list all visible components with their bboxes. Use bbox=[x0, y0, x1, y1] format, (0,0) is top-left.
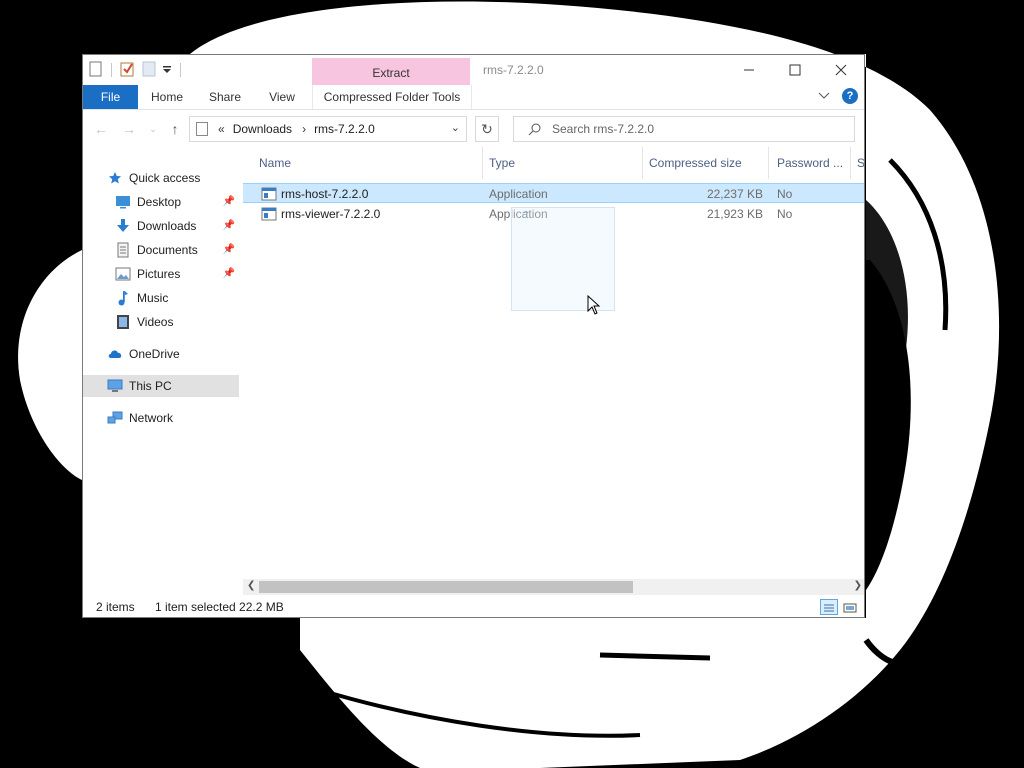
nav-documents[interactable]: Documents 📌 bbox=[115, 239, 241, 261]
navigation-bar: ← → ⌄ ↑ « Downloads › rms-7.2.2.0 ⌄ ↻ bbox=[83, 113, 864, 147]
nav-this-pc[interactable]: This PC bbox=[83, 375, 239, 397]
nav-quick-access[interactable]: Quick access bbox=[107, 167, 241, 189]
extract-tab-group-header: Extract bbox=[312, 58, 470, 86]
pin-icon[interactable]: 📌 bbox=[223, 244, 235, 255]
sort-caret-icon: ⌃ bbox=[522, 210, 531, 221]
star-icon bbox=[107, 170, 123, 186]
nav-pictures[interactable]: Pictures 📌 bbox=[115, 263, 241, 285]
nav-downloads[interactable]: Downloads 📌 bbox=[115, 215, 241, 237]
tab-file[interactable]: File bbox=[83, 85, 138, 109]
status-bar: 2 items 1 item selected 22.2 MB bbox=[83, 595, 864, 617]
network-icon bbox=[107, 410, 123, 426]
breadcrumb-separator-icon[interactable]: › bbox=[302, 122, 306, 136]
nav-music[interactable]: Music bbox=[115, 287, 241, 309]
tab-share[interactable]: Share bbox=[203, 85, 247, 109]
expand-ribbon-icon[interactable] bbox=[818, 89, 830, 103]
file-name[interactable]: rms-host-7.2.2.0 bbox=[281, 184, 368, 204]
maximize-button[interactable] bbox=[772, 55, 818, 85]
item-count: 2 items bbox=[96, 600, 135, 614]
properties-icon[interactable] bbox=[89, 61, 103, 80]
videos-icon bbox=[115, 314, 131, 330]
mouse-cursor-icon bbox=[587, 294, 601, 318]
title-bar: Extract rms-7.2.2.0 bbox=[83, 55, 864, 87]
search-input[interactable] bbox=[552, 119, 842, 139]
scroll-right-icon[interactable]: ❯ bbox=[854, 580, 862, 591]
search-icon bbox=[528, 122, 542, 139]
file-compressed-size: 21,923 KB bbox=[706, 207, 763, 221]
breadcrumb-overflow-icon[interactable]: « bbox=[218, 122, 225, 136]
pin-icon[interactable]: 📌 bbox=[223, 268, 235, 279]
folder-icon bbox=[196, 122, 208, 136]
file-password: No bbox=[777, 187, 793, 201]
customize-toolbar-dropdown-icon[interactable] bbox=[162, 63, 172, 78]
navigation-pane: Quick access Desktop 📌 Downloads 📌 Docum… bbox=[83, 167, 243, 587]
tab-home[interactable]: Home bbox=[143, 85, 191, 109]
horizontal-scrollbar[interactable]: ❮ ❯ bbox=[243, 579, 864, 595]
toolbar-divider bbox=[111, 63, 112, 77]
selection-info: 1 item selected 22.2 MB bbox=[155, 600, 284, 614]
nav-videos[interactable]: Videos bbox=[115, 311, 241, 333]
download-arrow-icon bbox=[115, 218, 131, 234]
scroll-left-icon[interactable]: ❮ bbox=[247, 580, 255, 591]
file-list: Name Type Compressed size Password ... S… bbox=[243, 147, 864, 587]
application-file-icon bbox=[261, 207, 277, 227]
refresh-icon: ↻ bbox=[481, 121, 493, 137]
pin-icon[interactable]: 📌 bbox=[223, 196, 235, 207]
column-header-type[interactable]: Type bbox=[483, 147, 643, 179]
maximize-icon bbox=[789, 64, 801, 76]
help-icon[interactable]: ? bbox=[842, 88, 858, 104]
file-password: No bbox=[777, 207, 793, 221]
table-row[interactable]: rms-host-7.2.2.0 Application 22,237 KB N… bbox=[243, 183, 864, 204]
column-header-size[interactable]: Si bbox=[851, 147, 864, 179]
details-view-icon[interactable] bbox=[820, 599, 838, 615]
breadcrumb-downloads[interactable]: Downloads bbox=[233, 122, 292, 136]
toolbar-divider bbox=[180, 63, 181, 77]
desktop-icon bbox=[115, 194, 131, 210]
documents-icon bbox=[115, 242, 131, 258]
nav-onedrive[interactable]: OneDrive bbox=[107, 343, 241, 365]
up-arrow-icon[interactable]: ↑ bbox=[167, 121, 183, 137]
file-name[interactable]: rms-viewer-7.2.2.0 bbox=[281, 204, 380, 224]
column-header-name[interactable]: Name bbox=[243, 147, 483, 179]
pin-icon[interactable]: 📌 bbox=[223, 220, 235, 231]
quick-access-toolbar bbox=[89, 61, 183, 79]
minimize-button[interactable] bbox=[726, 55, 772, 85]
computer-icon bbox=[107, 378, 123, 394]
scrollbar-thumb[interactable] bbox=[259, 581, 633, 593]
checklist-icon[interactable] bbox=[120, 61, 136, 80]
column-header-compressed-size[interactable]: Compressed size bbox=[643, 147, 769, 179]
nav-network[interactable]: Network bbox=[107, 407, 241, 429]
column-header-password[interactable]: Password ... bbox=[769, 147, 851, 179]
minimize-icon bbox=[744, 69, 754, 71]
close-button[interactable] bbox=[818, 55, 864, 85]
pictures-icon bbox=[115, 266, 131, 282]
address-bar[interactable]: « Downloads › rms-7.2.2.0 ⌄ bbox=[189, 116, 467, 142]
refresh-button[interactable]: ↻ bbox=[475, 116, 499, 142]
nav-desktop[interactable]: Desktop 📌 bbox=[115, 191, 241, 213]
file-type: Application bbox=[489, 187, 548, 201]
close-icon bbox=[835, 64, 847, 76]
address-dropdown-icon[interactable]: ⌄ bbox=[451, 121, 460, 134]
cloud-icon bbox=[107, 346, 123, 362]
window-title: rms-7.2.2.0 bbox=[483, 63, 544, 77]
breadcrumb-current-folder[interactable]: rms-7.2.2.0 bbox=[314, 122, 375, 136]
tab-compressed-folder-tools[interactable]: Compressed Folder Tools bbox=[312, 85, 472, 109]
file-explorer-window: Extract rms-7.2.2.0 File Home Share View… bbox=[82, 54, 865, 618]
large-icons-view-icon[interactable] bbox=[842, 599, 860, 615]
recent-locations-chevron-icon[interactable]: ⌄ bbox=[145, 121, 161, 137]
search-box[interactable] bbox=[513, 116, 855, 142]
ribbon-tabs: File Home Share View Compressed Folder T… bbox=[83, 85, 864, 110]
new-folder-icon[interactable] bbox=[142, 61, 156, 80]
forward-arrow-icon[interactable]: → bbox=[121, 121, 137, 137]
back-arrow-icon[interactable]: ← bbox=[93, 121, 109, 137]
file-compressed-size: 22,237 KB bbox=[706, 187, 763, 201]
tab-view[interactable]: View bbox=[261, 85, 303, 109]
music-note-icon bbox=[115, 290, 131, 306]
